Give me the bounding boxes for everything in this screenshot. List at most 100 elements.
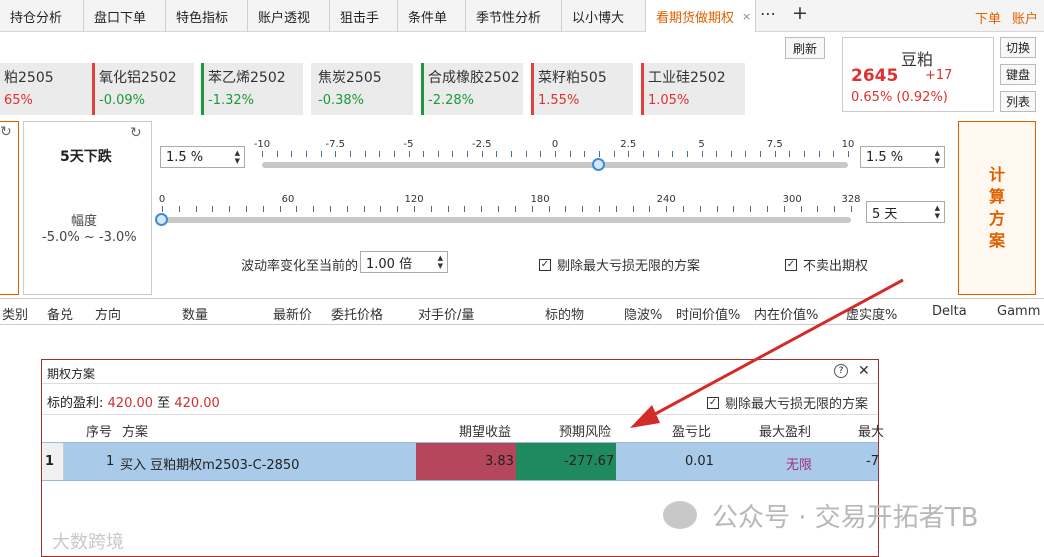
quote-card[interactable]: 工业硅2502 1.05% (641, 63, 745, 115)
check-icon[interactable]: ✓ (539, 258, 551, 271)
col-header[interactable]: 序号 (86, 421, 112, 440)
slider-tick (817, 206, 819, 212)
slider-tick (716, 151, 718, 157)
quote-card[interactable]: 苯乙烯2502 -1.32% (201, 63, 303, 115)
slider-tick (452, 151, 454, 157)
quote-card[interactable]: 菜籽粕505 1.55% (531, 63, 633, 115)
col-header[interactable]: 对手价/量 (418, 304, 474, 323)
close-icon[interactable]: × (742, 10, 751, 23)
col-header[interactable]: 数量 (182, 304, 208, 323)
refresh-icon[interactable]: ↻ (0, 124, 12, 140)
switch-button[interactable]: 切换 (1000, 37, 1036, 58)
tab-futures-options[interactable]: 看期货做期权 × (646, 0, 756, 32)
col-header[interactable]: 期望收益 (459, 421, 511, 440)
col-header[interactable]: 委托价格 (331, 304, 383, 323)
slider-tick (613, 151, 615, 157)
prev-scenario-panel[interactable]: ↻ (0, 121, 19, 295)
quote-change: -0.38% (318, 93, 364, 108)
spinner-arrows-icon[interactable]: ▲ ▼ (935, 204, 940, 220)
slider-handle[interactable] (591, 158, 605, 171)
slider-tick (783, 206, 785, 212)
underlying-profit: 标的盈利: 420.00 至 420.00 (47, 392, 220, 411)
quote-name: 氧化铝2502 (99, 70, 177, 86)
days-input[interactable]: 5 天 ▲ ▼ (866, 201, 945, 223)
tab-label: 条件单 (408, 10, 448, 26)
col-header[interactable]: Gamm (997, 304, 1040, 319)
slider-tick (851, 206, 852, 212)
order-link[interactable]: 下单 (975, 8, 1001, 27)
slider-tick (511, 151, 513, 157)
slider-tick (745, 151, 747, 157)
slider-tick (291, 151, 293, 157)
slider-tick (548, 206, 550, 212)
spinner-arrows-icon[interactable]: ▲ ▼ (935, 149, 940, 165)
tab-label: 特色指标 (176, 10, 229, 26)
quote-name: 苯乙烯2502 (208, 70, 286, 86)
quote-name: 粕2505 (4, 70, 54, 86)
keyboard-button[interactable]: 键盘 (1000, 64, 1036, 85)
instrument-pct: 0.65% (0.92%) (851, 90, 948, 105)
scenario-card[interactable]: ↻ 5天下跌 幅度 -5.0% ~ -3.0% (23, 121, 152, 295)
tab-account-view[interactable]: 账户透视 (248, 0, 330, 32)
price-change-right-input[interactable]: 1.5 % ▲ ▼ (860, 146, 945, 168)
quote-card[interactable]: 合成橡胶2502 -2.28% (421, 63, 523, 115)
quote-change: 1.05% (648, 93, 690, 108)
slider-tick (363, 206, 365, 212)
add-tab-icon[interactable]: + (792, 2, 808, 24)
tab-seasonal-analysis[interactable]: 季节性分析 (466, 0, 562, 32)
tab-position-analysis[interactable]: 持仓分析 (0, 0, 84, 32)
slider-tick (569, 151, 571, 157)
tab-small-big[interactable]: 以小博大 (562, 0, 646, 32)
slider-tick (178, 206, 180, 212)
slider-tick (800, 206, 802, 212)
slider-tick (430, 206, 432, 212)
row-header[interactable]: 1 (42, 443, 64, 480)
quote-card[interactable]: 粕2505 65% (0, 63, 101, 115)
refresh-button[interactable]: 刷新 (785, 37, 825, 59)
dialog-title: 期权方案 (47, 367, 96, 381)
col-header[interactable]: 标的物 (545, 304, 584, 323)
refresh-icon[interactable]: ↻ (130, 125, 142, 141)
col-header[interactable]: 最新价 (273, 304, 312, 323)
spinner-arrows-icon[interactable]: ▲ ▼ (235, 149, 240, 165)
slider-handle[interactable] (155, 213, 168, 226)
tab-label: 看期货做期权 (656, 10, 735, 26)
slider-tick (498, 206, 500, 212)
col-header[interactable]: 方案 (122, 421, 148, 440)
tab-label: 狙击手 (340, 10, 380, 26)
tab-label: 以小博大 (572, 10, 625, 26)
slider-tick (330, 206, 332, 212)
slider-tick (397, 206, 399, 212)
slider-tick (423, 151, 425, 157)
col-header[interactable]: 方向 (95, 304, 121, 323)
check-icon[interactable]: ✓ (785, 258, 797, 271)
slider-tick (349, 151, 351, 157)
slider-tick (766, 206, 768, 212)
profit-to-label: 至 (157, 396, 171, 411)
expected-return: 3.83 (485, 454, 514, 469)
vol-input[interactable]: 1.00 倍 ▲ ▼ (360, 251, 448, 273)
slider-tick (195, 206, 197, 212)
quote-card[interactable]: 氧化铝2502 -0.09% (92, 63, 194, 115)
price-change-left-input[interactable]: 1.5 % ▲ ▼ (160, 146, 245, 168)
table-row[interactable]: 1 1 买入 豆粕期权m2503-C-2850 3.83 -277.67 0.0… (42, 442, 879, 481)
more-tabs-icon[interactable]: ⋯ (760, 4, 776, 23)
account-link[interactable]: 账户 (1012, 8, 1038, 27)
tab-order-book[interactable]: 盘口下单 (84, 0, 166, 32)
tab-sniper[interactable]: 狙击手 (330, 0, 398, 32)
row-index: 1 (45, 454, 55, 469)
col-header[interactable]: 备兑 (47, 304, 73, 323)
calculate-button[interactable]: 计 算 方 案 (958, 121, 1036, 295)
list-button[interactable]: 列表 (1000, 91, 1036, 112)
slider-track[interactable] (162, 217, 851, 223)
quote-card[interactable]: 焦炭2505 -0.38% (311, 63, 413, 115)
slider-tick (525, 151, 527, 157)
tab-special-indicators[interactable]: 特色指标 (166, 0, 248, 32)
slider-track[interactable] (262, 162, 848, 168)
tab-conditional-order[interactable]: 条件单 (398, 0, 466, 32)
slider-tick (279, 206, 281, 212)
spinner-arrows-icon[interactable]: ▲ ▼ (438, 254, 443, 270)
col-header[interactable]: Delta (932, 304, 967, 319)
col-header[interactable]: 类别 (2, 304, 28, 323)
slider-tick (686, 151, 688, 157)
